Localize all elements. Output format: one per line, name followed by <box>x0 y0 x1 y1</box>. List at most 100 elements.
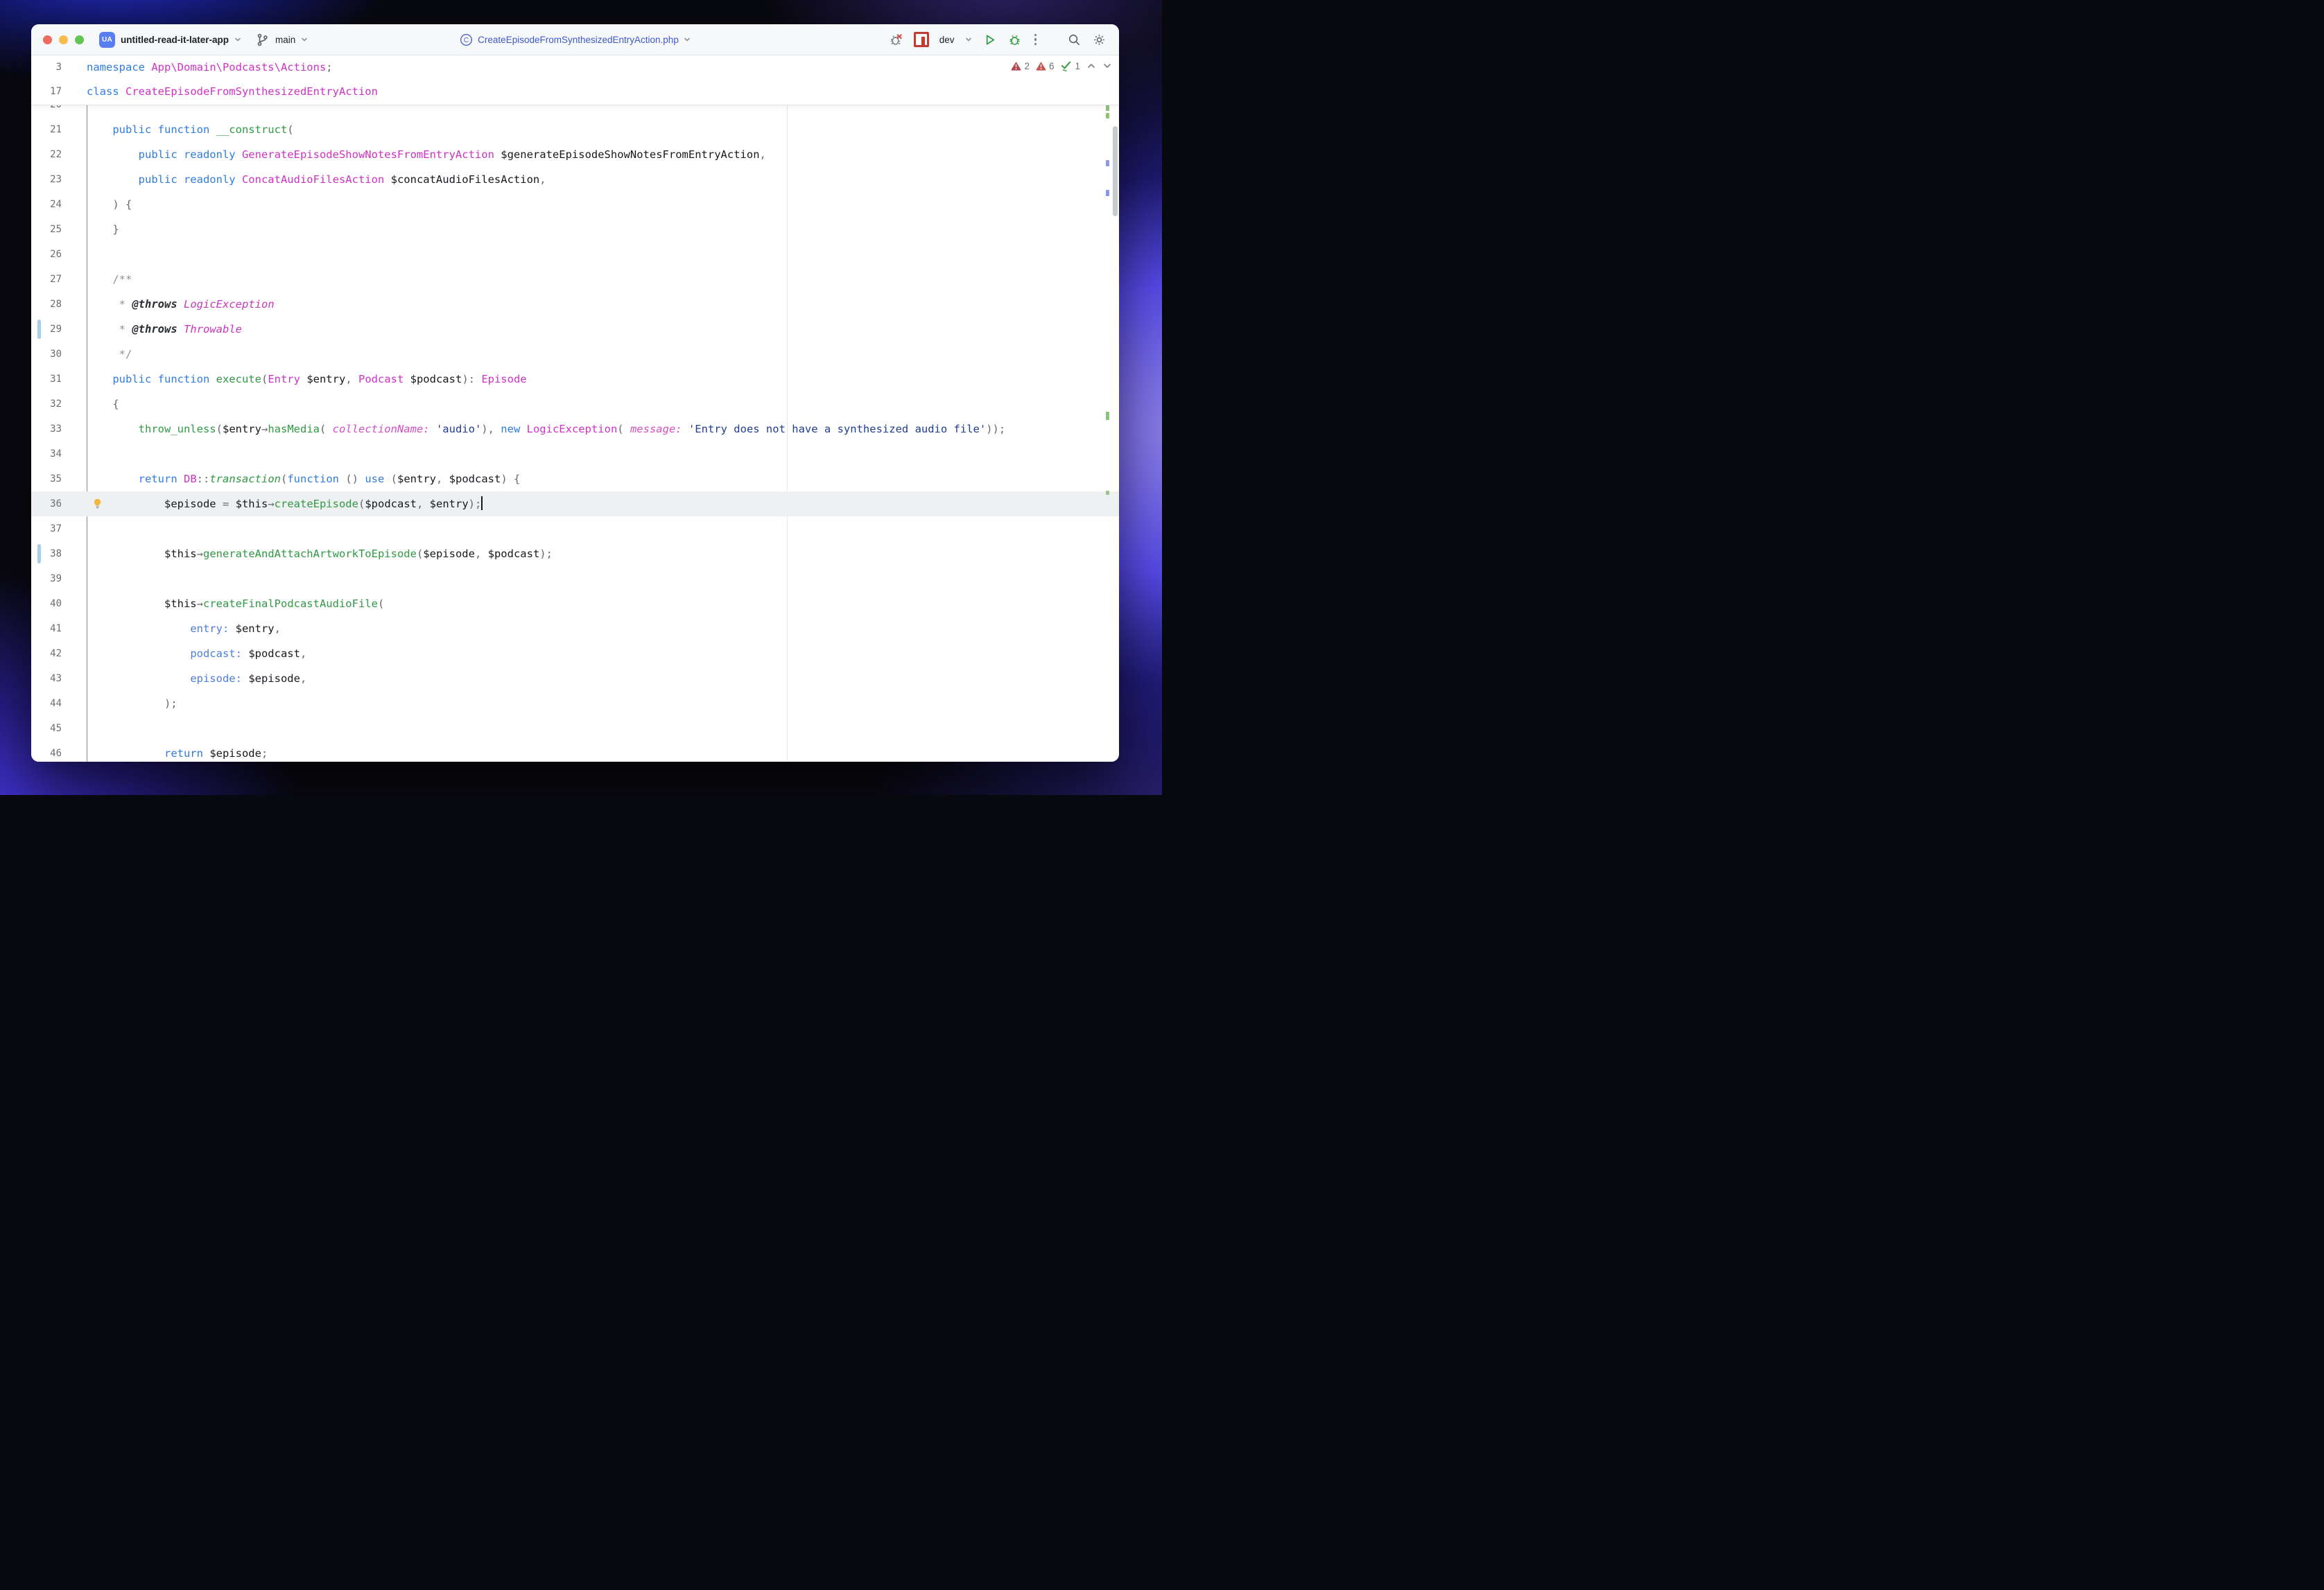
line-number: 40 <box>50 598 62 609</box>
code-line-30[interactable]: 30 */ <box>31 342 1119 367</box>
code-line-35[interactable]: 35 return DB::transaction(function () us… <box>31 466 1119 491</box>
line-number: 34 <box>50 448 62 460</box>
code-line-31[interactable]: 31 public function execute(Entry $entry,… <box>31 367 1119 392</box>
ok-count[interactable]: 1 <box>1060 60 1080 71</box>
line-number: 36 <box>50 498 62 509</box>
stripe-mark[interactable] <box>1106 491 1109 495</box>
line-number: 46 <box>50 748 62 759</box>
desktop-wallpaper: UA untitled-read-it-later-app main C Cre… <box>0 0 1162 795</box>
mute-breakpoints-icon[interactable] <box>889 33 903 47</box>
branch-name[interactable]: main <box>275 35 295 45</box>
code-text: public readonly ConcatAudioFilesAction $… <box>138 173 546 186</box>
code-text: { <box>112 398 119 410</box>
code-line-23[interactable]: 23 public readonly ConcatAudioFilesActio… <box>31 167 1119 192</box>
code-text: return $episode; <box>164 747 268 760</box>
code-line-33[interactable]: 33 throw_unless($entry→hasMedia( collect… <box>31 417 1119 442</box>
code-line-44[interactable]: 44 ); <box>31 691 1119 716</box>
stripe-mark[interactable] <box>1106 113 1109 119</box>
line-number: 35 <box>50 473 62 484</box>
line-number: 39 <box>50 573 62 584</box>
error-triangle-icon <box>1012 62 1021 71</box>
ide-window: UA untitled-read-it-later-app main C Cre… <box>31 24 1119 762</box>
code-text: return DB::transaction(function () use (… <box>138 473 521 485</box>
code-line-45[interactable]: 45 <box>31 716 1119 741</box>
code-rows: 2021 public function __construct(22 publ… <box>31 92 1119 762</box>
minimize-window-button[interactable] <box>59 35 68 44</box>
code-line-28[interactable]: 28 * @throws LogicException <box>31 292 1119 317</box>
code-text: $this→createFinalPodcastAudioFile( <box>164 597 385 610</box>
error-count[interactable]: 2 <box>1011 61 1030 71</box>
code-line-22[interactable]: 22 public readonly GenerateEpisodeShowNo… <box>31 142 1119 167</box>
code-line-27[interactable]: 27 /** <box>31 267 1119 292</box>
line-number: 38 <box>50 548 62 559</box>
code-line-40[interactable]: 40 $this→createFinalPodcastAudioFile( <box>31 591 1119 616</box>
code-line-46[interactable]: 46 return $episode; <box>31 741 1119 762</box>
code-text: podcast: $podcast, <box>190 647 307 660</box>
code-line-24[interactable]: 24 ) { <box>31 192 1119 217</box>
run-configuration-icon[interactable] <box>913 32 929 47</box>
close-window-button[interactable] <box>43 35 52 44</box>
zoom-window-button[interactable] <box>75 35 84 44</box>
previous-problem-button[interactable] <box>1086 62 1096 70</box>
code-line-42[interactable]: 42 podcast: $podcast, <box>31 641 1119 666</box>
chevron-down-icon[interactable] <box>965 36 972 43</box>
titlebar-right: dev <box>691 32 1119 47</box>
stripe-mark[interactable] <box>1106 412 1109 420</box>
more-actions-button[interactable] <box>1032 33 1039 46</box>
code-line-34[interactable]: 34 <box>31 442 1119 466</box>
line-number: 45 <box>50 723 62 734</box>
stripe-mark[interactable] <box>1106 190 1109 196</box>
line-number: 24 <box>50 199 62 210</box>
code-text: throw_unless($entry→hasMedia( collection… <box>138 423 1006 435</box>
debug-button[interactable] <box>1007 33 1022 47</box>
warning-triangle-icon <box>1036 62 1046 71</box>
code-line-38[interactable]: 38 $this→generateAndAttachArtworkToEpiso… <box>31 541 1119 566</box>
file-switcher[interactable]: C CreateEpisodeFromSynthesizedEntryActio… <box>460 33 691 46</box>
code-text: public function execute(Entry $entry, Po… <box>112 373 527 385</box>
scrollbar-thumb[interactable] <box>1113 126 1118 216</box>
code-editor[interactable]: 2021 public function __construct(22 publ… <box>31 55 1119 762</box>
warning-count[interactable]: 6 <box>1036 61 1054 71</box>
git-branch-icon <box>257 33 268 46</box>
inspections-widget[interactable]: 2 6 1 <box>1011 60 1112 71</box>
run-configuration-name[interactable]: dev <box>939 35 955 45</box>
code-line-39[interactable]: 39 <box>31 566 1119 591</box>
line-number: 33 <box>50 423 62 435</box>
code-line-25[interactable]: 25 } <box>31 217 1119 242</box>
code-line-17[interactable]: 17 class CreateEpisodeFromSynthesizedEntr… <box>31 80 1119 104</box>
project-name[interactable]: untitled-read-it-later-app <box>121 35 229 45</box>
search-everywhere-button[interactable] <box>1067 33 1082 47</box>
sticky-lines-header[interactable]: 3 namespace App\Domain\Podcasts\Actions; 1… <box>31 55 1119 105</box>
chevron-down-icon[interactable] <box>301 36 308 43</box>
line-number: 44 <box>50 698 62 709</box>
line-number: 21 <box>50 124 62 135</box>
code-line-41[interactable]: 41 entry: $entry, <box>31 616 1119 641</box>
code-text: /** <box>112 273 132 286</box>
current-file-name[interactable]: CreateEpisodeFromSynthesizedEntryAction.… <box>478 35 679 45</box>
code-text: public function __construct( <box>112 123 294 136</box>
code-line-21[interactable]: 21 public function __construct( <box>31 117 1119 142</box>
chevron-down-icon[interactable] <box>684 36 691 43</box>
line-number: 31 <box>50 374 62 385</box>
sticky-rows: 3 namespace App\Domain\Podcasts\Actions; 1… <box>31 55 1119 104</box>
run-button[interactable] <box>982 33 997 47</box>
line-number: 29 <box>50 324 62 335</box>
code-line-26[interactable]: 26 <box>31 242 1119 267</box>
code-line-43[interactable]: 43 episode: $episode, <box>31 666 1119 691</box>
code-line-3[interactable]: 3 namespace App\Domain\Podcasts\Actions; <box>31 55 1119 80</box>
line-number: 30 <box>50 349 62 360</box>
chevron-down-icon[interactable] <box>234 36 241 43</box>
code-text: class CreateEpisodeFromSynthesizedEntryA… <box>87 85 378 98</box>
svg-text:C: C <box>464 37 469 44</box>
settings-gear-button[interactable] <box>1092 33 1107 47</box>
code-line-29[interactable]: 29 * @throws Throwable <box>31 317 1119 342</box>
line-number: 3 <box>55 62 62 73</box>
code-line-37[interactable]: 37 <box>31 516 1119 541</box>
stripe-mark[interactable] <box>1106 160 1109 166</box>
next-problem-button[interactable] <box>1102 62 1112 70</box>
code-text: } <box>112 223 119 236</box>
code-line-36[interactable]: 36 $episode = $this→createEpisode($podca… <box>31 491 1119 516</box>
code-text: ); <box>164 697 177 710</box>
code-line-32[interactable]: 32 { <box>31 392 1119 417</box>
line-number: 32 <box>50 399 62 410</box>
